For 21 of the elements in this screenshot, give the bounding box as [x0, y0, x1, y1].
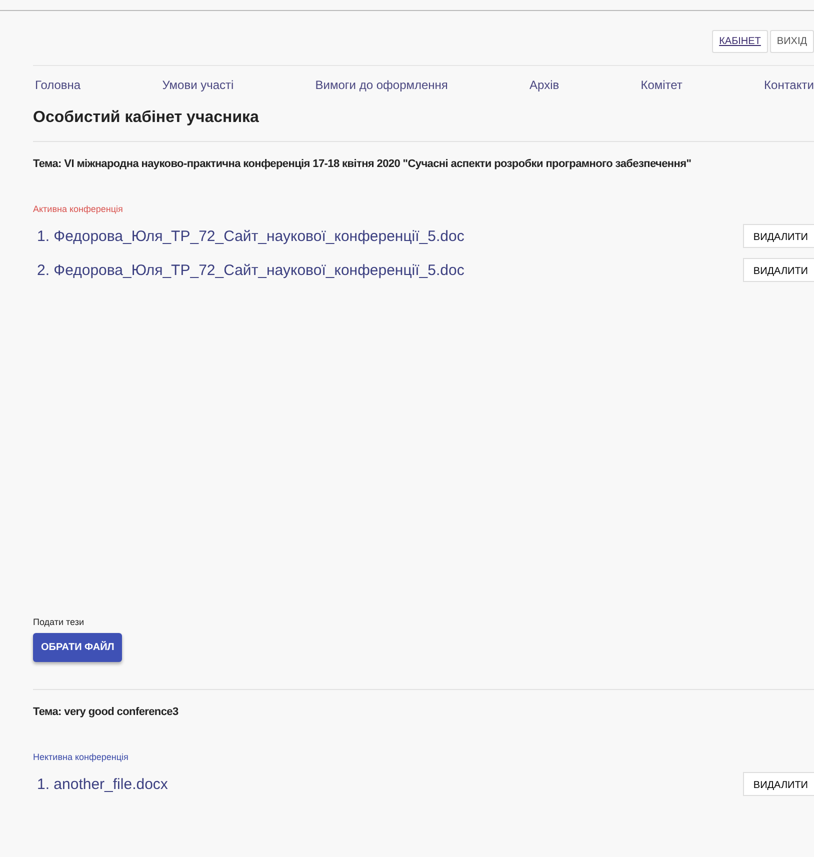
- file-link[interactable]: 2. Федорова_Юля_ТР_72_Сайт_наукової_конференції_5.doc: [37, 262, 464, 278]
- conference-theme: Тема: VI міжнародна науково-практична конференція 17-18 квітня 2020 "Сучасні аспекти розробки програмного забезпечення": [33, 158, 692, 170]
- delete-button[interactable]: ВИДАЛИТИ: [743, 224, 814, 248]
- nav-link[interactable]: Головна: [35, 78, 81, 92]
- file-link[interactable]: 1. Федорова_Юля_ТР_72_Сайт_наукової_конференції_5.doc: [37, 228, 464, 244]
- header-button[interactable]: КАБІНЕТ: [712, 30, 768, 53]
- nav-link[interactable]: Умови участі: [162, 78, 234, 92]
- page-title: Особистий кабінет учасника: [33, 109, 260, 128]
- nav-link[interactable]: Вимоги до оформлення: [315, 78, 448, 92]
- conference-status: Нективна конференція: [33, 752, 130, 762]
- conference-theme: Тема: very good conference3: [33, 706, 180, 718]
- header-button[interactable]: ВИХІД: [770, 30, 814, 53]
- nav-link[interactable]: Комітет: [640, 78, 682, 92]
- nav-link[interactable]: Архів: [530, 78, 560, 92]
- conference-status: Активна конференція: [33, 204, 124, 214]
- delete-button[interactable]: ВИДАЛИТИ: [743, 258, 814, 282]
- nav-link[interactable]: Контакти: [764, 78, 814, 92]
- choose-file-button[interactable]: ОБРАТИ ФАЙЛ: [33, 633, 122, 662]
- delete-button[interactable]: ВИДАЛИТИ: [743, 772, 814, 796]
- file-link[interactable]: 1. another_file.docx: [37, 776, 168, 792]
- upload-label: Подати тези: [33, 617, 85, 627]
